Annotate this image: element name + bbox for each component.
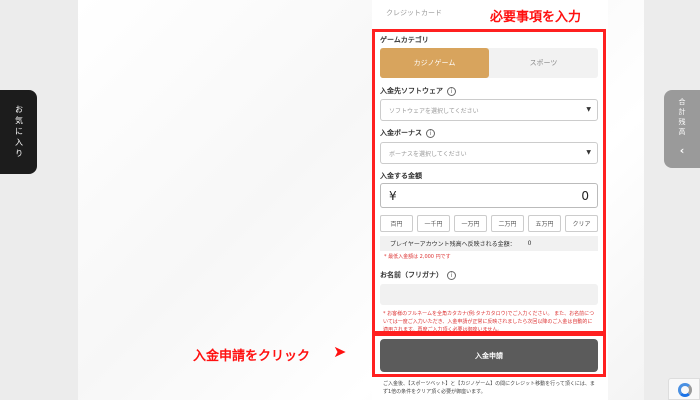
credit-card-label: クレジットカード: [386, 9, 442, 17]
arrow-right-icon: ➤: [333, 342, 347, 361]
annotation-box-submit: [372, 333, 606, 377]
annotation-enter-details: 必要事項を入力: [490, 10, 582, 25]
annotation-click-submit: 入金申請をクリック: [193, 349, 311, 364]
favorites-tab[interactable]: お気に入り: [0, 90, 37, 174]
favorites-tab-label: お気に入り: [14, 104, 24, 160]
chevron-left-icon: ‹: [679, 144, 685, 157]
recaptcha-badge[interactable]: [668, 378, 700, 400]
recaptcha-icon: [678, 383, 692, 397]
total-balance-label: 合計残高: [678, 98, 686, 138]
footer-note: ご入金後、【スポーツベット】と【カジノゲーム】の間にクレジット移動を行って頂くに…: [383, 381, 595, 395]
total-balance-tab[interactable]: 合計残高 ‹: [664, 90, 700, 168]
annotation-box-inputs: [372, 29, 606, 334]
